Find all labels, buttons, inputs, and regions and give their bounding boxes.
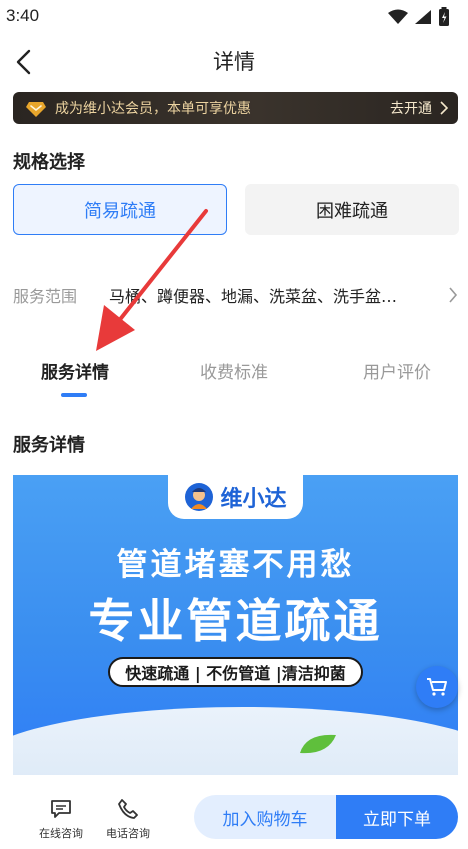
cart-icon [427,678,447,696]
member-banner[interactable]: 成为维小达会员，本单可享优惠 去开通 [13,92,458,124]
member-open-link[interactable]: 去开通 [390,98,432,118]
chat-icon [51,800,71,818]
tab-pricing[interactable]: 收费标准 [159,358,309,383]
spec-option-difficult[interactable]: 困难疏通 [245,184,459,235]
status-time: 3:40 [6,6,40,25]
phone-icon [118,799,138,819]
member-banner-text: 成为维小达会员，本单可享优惠 [55,101,251,117]
battery-icon [439,7,449,26]
nav-bar: 详情 [0,34,468,90]
tab-reviews[interactable]: 用户评价 [322,358,468,383]
diamond-icon [26,102,46,117]
detail-tabs: 服务详情 收费标准 用户评价 [0,352,468,400]
chevron-right-icon [440,101,448,115]
page-title: 详情 [213,50,255,74]
online-consult-label: 在线咨询 [39,827,83,840]
leaf-icon [300,734,336,754]
service-range-value: 马桶、蹲便器、地漏、洗菜盆、洗手盆… [109,287,398,306]
tab-service-details[interactable]: 服务详情 [0,358,150,383]
status-bar: 3:40 [0,0,468,34]
status-icons [388,7,450,27]
signal-icon [415,10,431,24]
banner-main-text: 专业管道疏通 [88,594,383,648]
tab-indicator [61,393,87,397]
brand-logo: 维小达 [168,475,303,519]
wifi-icon [388,9,408,24]
spec-section-title: 规格选择 [13,152,85,173]
phone-consult-button[interactable]: 电话咨询 [98,799,158,841]
chevron-right-icon [449,287,458,303]
brand-name: 维小达 [220,487,287,512]
bottom-action-bar: 在线咨询 电话咨询 加入购物车 立即下单 [0,779,468,849]
spec-option-simple[interactable]: 简易疏通 [13,184,227,235]
phone-consult-label: 电话咨询 [106,827,150,840]
order-now-button[interactable]: 立即下单 [336,795,458,839]
banner-features: 快速疏通 | 不伤管道 |清洁抑菌 [108,657,363,687]
detail-section-title: 服务详情 [13,435,85,456]
banner-headline: 管道堵塞不用愁 [116,547,355,583]
floating-cart-button[interactable] [416,666,458,708]
add-to-cart-button[interactable]: 加入购物车 [194,795,336,839]
service-banner-image: 维小达 管道堵塞不用愁 专业管道疏通 快速疏通 | 不伤管道 |清洁抑菌 [13,475,458,775]
service-range-label: 服务范围 [13,287,78,306]
service-range-row[interactable]: 服务范围 马桶、蹲便器、地漏、洗菜盆、洗手盆… [13,282,458,308]
online-consult-button[interactable]: 在线咨询 [31,799,91,841]
mascot-icon [185,483,214,511]
banner-bottom-shape [13,707,458,775]
